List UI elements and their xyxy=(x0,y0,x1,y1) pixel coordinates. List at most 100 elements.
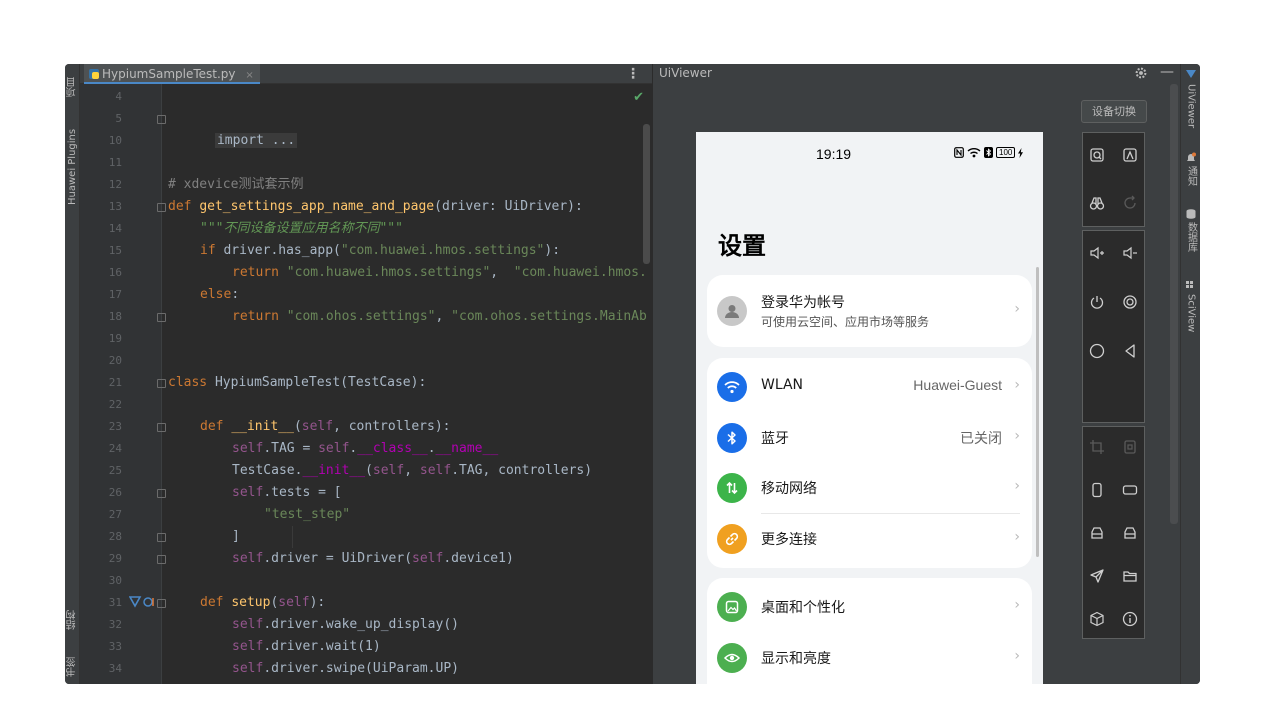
notifications-tab-label: 通知 xyxy=(1185,166,1197,186)
portrait-icon[interactable] xyxy=(1087,480,1107,500)
volume-down-icon[interactable] xyxy=(1120,243,1140,263)
editor-scrollbar[interactable] xyxy=(643,124,650,264)
device-screen-mirror[interactable]: 19:19 100 设置 登录华为帐号 可使用云空间、应用市场等服务 › WLA… xyxy=(696,132,1043,684)
folded-import[interactable]: import ... xyxy=(214,133,298,148)
settings-row-display[interactable]: 显示和亮度 › xyxy=(707,633,1032,683)
uiviewer-tab[interactable]: UiViewer xyxy=(1181,84,1200,136)
code-line[interactable]: if driver.has_app("com.huawei.hmos.setti… xyxy=(200,240,560,262)
refresh-icon[interactable] xyxy=(1120,193,1140,213)
line-number: 24 xyxy=(108,442,122,455)
account-card[interactable]: 登录华为帐号 可使用云空间、应用市场等服务 › xyxy=(707,275,1032,347)
home-icon[interactable] xyxy=(1087,341,1107,361)
notification-bell-icon xyxy=(1187,152,1196,161)
code-line[interactable]: self.tests = [ xyxy=(232,482,342,504)
cube-icon[interactable] xyxy=(1087,609,1107,629)
fold-marker[interactable] xyxy=(157,533,166,542)
search-screen-icon[interactable] xyxy=(1087,145,1107,165)
database-tab[interactable]: 数据库 xyxy=(1181,222,1200,264)
bookmarks-tab-label: 书签 xyxy=(67,657,78,677)
hierarchy-icon[interactable] xyxy=(1120,145,1140,165)
tool-group-actions xyxy=(1082,426,1145,639)
code-line[interactable]: self.TAG = self.__class__.__name__ xyxy=(232,438,498,460)
keyword: class xyxy=(168,375,215,390)
power-icon[interactable] xyxy=(1087,292,1107,312)
fold-marker[interactable] xyxy=(157,489,166,498)
crop-icon[interactable] xyxy=(1087,437,1107,457)
device-left-icon[interactable] xyxy=(1087,523,1107,543)
landscape-icon[interactable] xyxy=(1120,480,1140,500)
fold-marker[interactable] xyxy=(157,423,166,432)
line-number: 28 xyxy=(108,530,122,543)
wifi-icon xyxy=(967,148,981,158)
database-icon xyxy=(1186,209,1196,219)
folder-icon[interactable] xyxy=(1120,566,1140,586)
code-line[interactable]: TestCase.__init__(self, self.TAG, contro… xyxy=(232,460,592,482)
uiviewer-logo-icon xyxy=(1186,70,1196,78)
code-line[interactable]: self.driver.wake_up_display() xyxy=(232,614,459,636)
code-line[interactable]: def __init__(self, controllers): xyxy=(200,416,450,438)
code-line[interactable]: return "com.huawei.hmos.settings", "com.… xyxy=(232,262,647,284)
self-keyword: self xyxy=(412,551,444,566)
code-line[interactable]: self.driver.swipe(UiParam.UP) xyxy=(232,658,459,680)
docstring[interactable]: """不同设备设置应用名称不同""" xyxy=(200,218,403,240)
minimize-icon[interactable]: — xyxy=(1160,64,1174,80)
run-test-gutter-icon[interactable] xyxy=(129,595,155,609)
fold-marker[interactable] xyxy=(157,599,166,608)
copy-icon[interactable] xyxy=(1120,437,1140,457)
volume-up-icon[interactable] xyxy=(1087,243,1107,263)
code-line[interactable]: ] xyxy=(232,526,240,548)
code-line[interactable]: class HypiumSampleTest(TestCase): xyxy=(168,372,426,394)
status-time: 19:19 xyxy=(816,146,852,162)
notifications-tab[interactable]: 通知 xyxy=(1181,166,1200,196)
line-number: 34 xyxy=(108,662,122,675)
fold-marker[interactable] xyxy=(157,313,166,322)
editor-tab-bar: HypiumSampleTest.py × ⋮ xyxy=(80,64,652,84)
info-icon[interactable] xyxy=(1120,609,1140,629)
close-tab-icon[interactable]: × xyxy=(245,70,253,81)
mobile-data-icon xyxy=(717,473,747,503)
file-tab[interactable]: HypiumSampleTest.py × xyxy=(84,64,260,84)
settings-row-more-connections[interactable]: 更多连接 › xyxy=(707,514,1032,564)
switch-device-button[interactable]: 设备切换 xyxy=(1081,100,1147,123)
code-line[interactable]: # xdevice测试套示例 xyxy=(168,174,303,196)
code-line[interactable]: "test_step" xyxy=(264,504,350,526)
gear-icon[interactable] xyxy=(1134,66,1148,80)
more-menu-icon[interactable]: ⋮ xyxy=(626,66,640,82)
code-line[interactable]: def get_settings_app_name_and_page(drive… xyxy=(168,196,583,218)
line-number: 11 xyxy=(108,156,122,169)
binoculars-icon[interactable] xyxy=(1087,193,1107,213)
send-icon[interactable] xyxy=(1087,566,1107,586)
fold-marker[interactable] xyxy=(157,115,166,124)
code-line[interactable]: self.driver = UiDriver(self.device1) xyxy=(232,548,514,570)
huawei-plugins-tab[interactable]: Huawei Plugins xyxy=(65,122,80,212)
line-number: 20 xyxy=(108,354,122,367)
uiviewer-scrollbar[interactable] xyxy=(1170,84,1178,524)
settings-row-desktop[interactable]: 桌面和个性化 › xyxy=(707,582,1032,632)
settings-row-wlan[interactable]: WLAN Huawei-Guest › xyxy=(707,362,1032,412)
screenshot-icon[interactable] xyxy=(1120,292,1140,312)
string: "com.huawei.hmos. xyxy=(513,265,647,280)
back-icon[interactable] xyxy=(1120,341,1140,361)
code-line[interactable]: self.driver.wait(1) xyxy=(232,636,381,658)
line-number: 27 xyxy=(108,508,122,521)
code-line[interactable]: return "com.ohos.settings", "com.ohos.se… xyxy=(232,306,647,328)
code-line[interactable]: import ... xyxy=(168,108,298,148)
settings-row-bluetooth[interactable]: 蓝牙 已关闭 › xyxy=(707,413,1032,463)
fold-marker[interactable] xyxy=(157,379,166,388)
structure-tab[interactable]: 结构 xyxy=(65,598,80,642)
fold-marker[interactable] xyxy=(157,555,166,564)
code-text: ): xyxy=(544,243,561,258)
project-tab-label: 项目 xyxy=(67,77,78,97)
code-line[interactable]: else: xyxy=(200,284,239,306)
project-tab[interactable]: 项目 xyxy=(65,66,80,108)
code-text: .TAG, controllers) xyxy=(451,463,593,478)
code-line[interactable]: def setup(self): xyxy=(200,592,325,614)
fold-marker[interactable] xyxy=(157,203,166,212)
device-right-icon[interactable] xyxy=(1120,523,1140,543)
sciview-tab[interactable]: SciView xyxy=(1181,294,1200,342)
settings-row-mobile-network[interactable]: 移动网络 › xyxy=(707,463,1032,513)
string: "com.huawei.hmos.settings" xyxy=(286,265,491,280)
avatar-icon xyxy=(725,305,739,318)
bookmarks-tab[interactable]: 书签 xyxy=(65,652,80,682)
phone-status-bar: 19:19 100 xyxy=(696,132,1043,176)
